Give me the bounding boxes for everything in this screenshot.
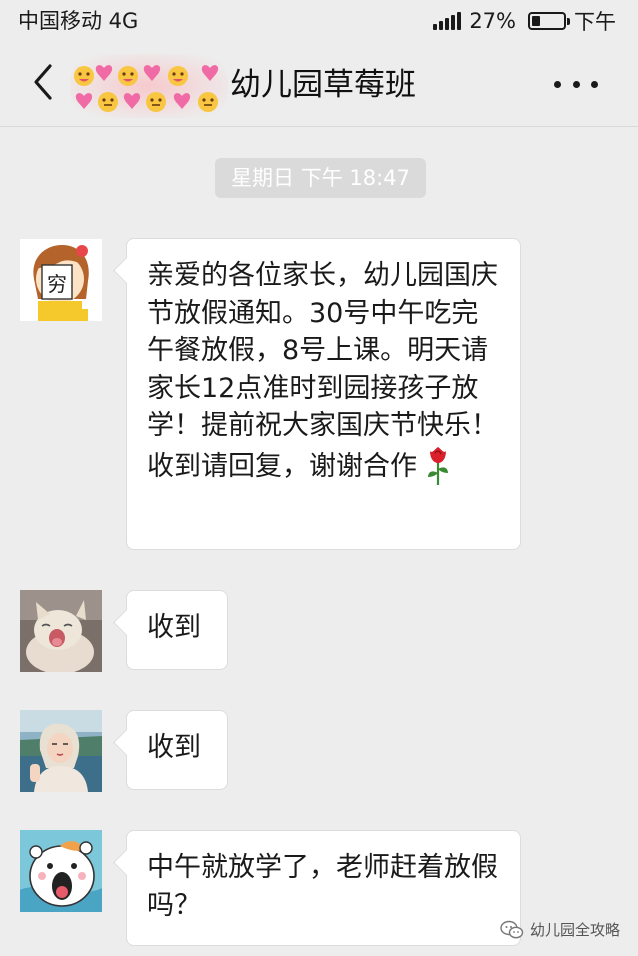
rose-icon <box>425 445 451 485</box>
chat-header: 幼儿园草莓班 <box>0 42 638 127</box>
message-bubble[interactable]: 中午就放学了，老师赶着放假吗？ <box>126 830 521 946</box>
emoji-stickers-icon <box>70 54 228 118</box>
timestamp-badge: 星期日 下午 18:47 <box>215 158 426 198</box>
message-text: 收到 <box>147 732 201 763</box>
girl-photo-avatar[interactable] <box>20 710 102 792</box>
chat-title: 幼儿园草莓班 <box>230 67 416 103</box>
message-bubble[interactable]: 亲爱的各位家长，幼儿园国庆节放假通知。30号中午吃完午餐放假，8号上课。明天请家… <box>126 238 521 550</box>
message-bubble[interactable]: 收到 <box>126 710 228 790</box>
svg-text:穷: 穷 <box>47 272 67 296</box>
message-text: 收到 <box>147 612 201 643</box>
status-right: 27% 下午 <box>433 6 616 36</box>
back-chevron-icon[interactable] <box>28 62 62 102</box>
status-bar: 中国移动 4G 27% 下午 <box>0 0 638 42</box>
cartoon-hamster-avatar[interactable] <box>20 830 102 912</box>
message-bubble[interactable]: 收到 <box>126 590 228 670</box>
cartoon-girl-avatar[interactable]: 穷 <box>20 239 102 321</box>
yawning-cat-avatar[interactable] <box>20 590 102 672</box>
watermark-text: 幼儿园全攻略 <box>529 921 620 939</box>
battery-fill <box>532 16 540 26</box>
battery-icon <box>528 12 570 30</box>
battery-percent: 27% <box>469 9 516 33</box>
message-text: 中午就放学了，老师赶着放假吗？ <box>147 852 498 921</box>
status-time: 下午 <box>574 10 616 34</box>
more-dots-icon[interactable] <box>554 70 598 98</box>
signal-icon <box>433 12 463 30</box>
wechat-icon <box>500 920 524 938</box>
watermark: 幼儿园全攻略 <box>500 919 620 940</box>
carrier-label: 中国移动 4G <box>18 9 139 33</box>
